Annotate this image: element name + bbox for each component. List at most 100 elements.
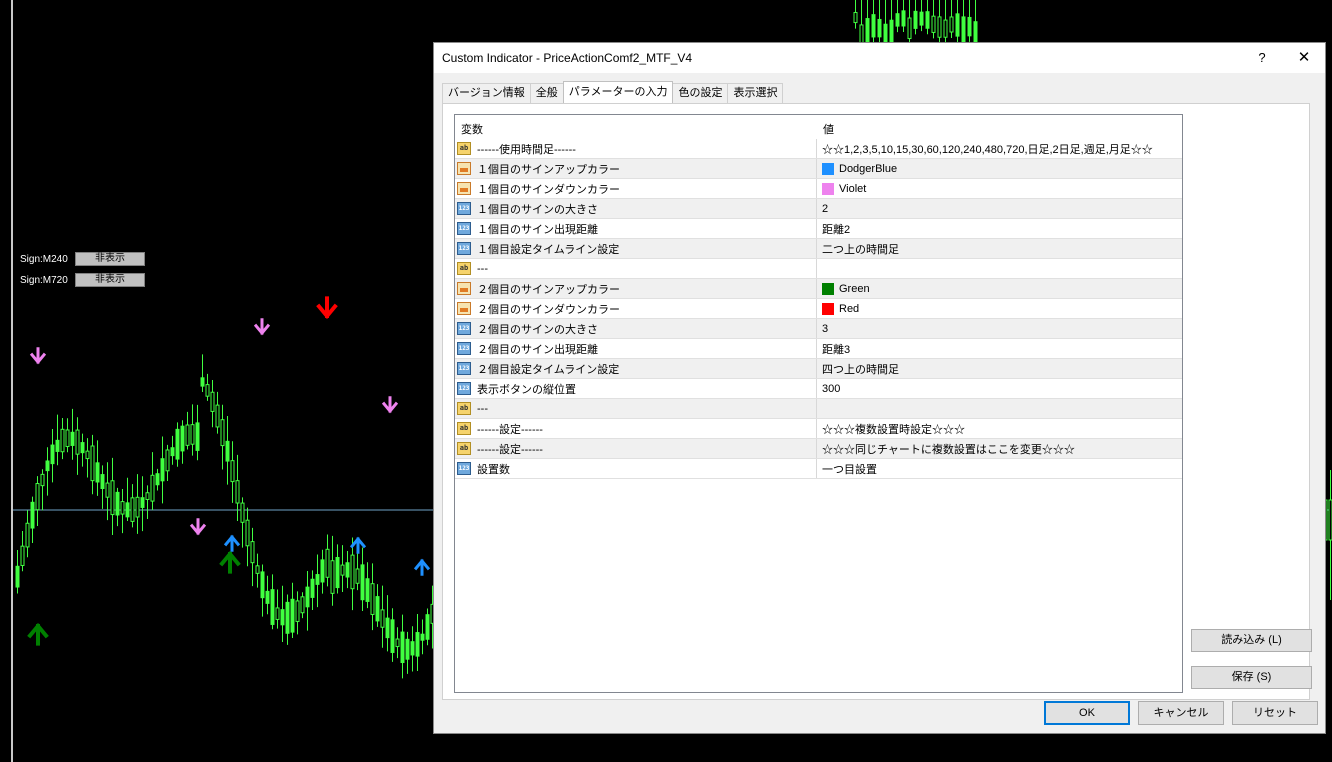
parameter-row[interactable]: 123 設置数 一つ目設置: [455, 459, 1182, 479]
parameter-row[interactable]: １個目のサインアップカラー DodgerBlue: [455, 159, 1182, 179]
tab-parameters[interactable]: パラメーターの入力: [562, 81, 674, 103]
candle-body: [140, 497, 145, 508]
hide-button[interactable]: 非表示: [75, 273, 145, 287]
parameter-row[interactable]: 123 表示ボタンの縦位置 300: [455, 379, 1182, 399]
candle-body: [125, 502, 130, 518]
parameter-row[interactable]: 123 １個目のサイン出現距離 距離2: [455, 219, 1182, 239]
parameter-value-cell[interactable]: [818, 259, 1180, 278]
ok-button[interactable]: OK: [1044, 701, 1130, 725]
candle-body: [280, 609, 285, 626]
parameter-row[interactable]: 123 ２個目のサイン出現距離 距離3: [455, 339, 1182, 359]
parameter-row[interactable]: 123 １個目のサインの大きさ 2: [455, 199, 1182, 219]
candle-body: [310, 578, 315, 598]
parameter-name: 設置数: [477, 463, 510, 476]
candle-body: [200, 377, 205, 387]
parameter-row[interactable]: ab ---: [455, 399, 1182, 419]
parameter-value-cell[interactable]: Violet: [818, 179, 1180, 198]
parameter-value-cell[interactable]: 二つ上の時間足: [818, 239, 1180, 258]
color-swatch: [822, 282, 834, 295]
help-button[interactable]: ?: [1252, 47, 1272, 69]
parameter-value-cell[interactable]: ☆☆☆同じチャートに複数設置はここを変更☆☆☆: [818, 439, 1180, 458]
save-button[interactable]: 保存 (S): [1191, 666, 1312, 689]
tab-general[interactable]: 全般: [529, 83, 564, 103]
candle-body: [943, 19, 948, 38]
parameter-name: ---: [477, 262, 488, 275]
parameter-value-cell[interactable]: 距離3: [818, 339, 1180, 358]
tab-visualization[interactable]: 表示選択: [727, 83, 784, 103]
tab-version-info[interactable]: バージョン情報: [442, 83, 531, 103]
column-header-variable[interactable]: 変数: [461, 121, 483, 137]
column-header-value[interactable]: 値: [823, 121, 834, 137]
candle-body: [160, 458, 165, 482]
number-type-icon: 123: [457, 322, 471, 335]
parameter-value-cell[interactable]: 一つ目設置: [818, 459, 1180, 478]
candle-body: [260, 571, 265, 599]
parameter-name: ２個目のサインダウンカラー: [477, 303, 620, 316]
candle-body: [230, 460, 235, 483]
dialog-titlebar[interactable]: Custom Indicator - PriceActionComf2_MTF_…: [434, 43, 1325, 73]
candle-body: [335, 556, 340, 589]
hide-button[interactable]: 非表示: [75, 252, 145, 266]
parameter-row[interactable]: ab ------使用時間足------ ☆☆1,2,3,5,10,15,30,60…: [455, 139, 1182, 159]
candle-body: [919, 11, 924, 26]
candle-body: [871, 14, 876, 38]
candle-body: [110, 480, 115, 516]
parameter-value-cell[interactable]: [818, 399, 1180, 418]
candle-body: [937, 16, 942, 38]
parameter-row[interactable]: ab ------設定------ ☆☆☆複数設置時設定☆☆☆: [455, 419, 1182, 439]
parameter-row[interactable]: ２個目のサインアップカラー Green: [455, 279, 1182, 299]
parameter-value-cell[interactable]: 2: [818, 199, 1180, 218]
candle-body: [275, 607, 280, 620]
tab-colors[interactable]: 色の設定: [672, 83, 729, 103]
parameter-row[interactable]: 123 １個目設定タイムライン設定 二つ上の時間足: [455, 239, 1182, 259]
tab-strip: バージョン情報 全般 パラメーターの入力 色の設定 表示選択: [442, 81, 784, 103]
color-type-icon: [457, 162, 471, 175]
parameter-value-cell[interactable]: 3: [818, 319, 1180, 338]
sign-label: Sign:M240: [20, 253, 68, 265]
parameter-row[interactable]: 123 ２個目のサインの大きさ 3: [455, 319, 1182, 339]
candle-body: [190, 424, 195, 445]
candle-body: [385, 617, 390, 639]
close-button[interactable]: ✕: [1292, 47, 1316, 69]
load-button[interactable]: 読み込み (L): [1191, 629, 1312, 652]
parameter-row[interactable]: ab ------設定------ ☆☆☆同じチャートに複数設置はここを変更☆☆☆: [455, 439, 1182, 459]
parameter-row[interactable]: ab ---: [455, 259, 1182, 279]
parameter-value: 2: [822, 202, 829, 215]
candle-body: [30, 501, 35, 529]
candle-body: [290, 598, 295, 633]
candle-body: [410, 641, 415, 656]
parameter-name: １個目設定タイムライン設定: [477, 243, 620, 256]
parameter-value-cell[interactable]: Green: [818, 279, 1180, 298]
parameter-name-cell: 123 ２個目のサイン出現距離: [455, 339, 817, 358]
candle-body: [225, 440, 230, 462]
parameter-name-cell: ab ------設定------: [455, 419, 817, 438]
parameter-row[interactable]: １個目のサインダウンカラー Violet: [455, 179, 1182, 199]
parameters-panel: 変数 値 ab ------使用時間足------ ☆☆1,2,3,5,10,15,…: [442, 103, 1312, 700]
parameter-value-cell[interactable]: 300: [818, 379, 1180, 398]
parameters-grid: 変数 値 ab ------使用時間足------ ☆☆1,2,3,5,10,15,…: [454, 114, 1183, 693]
parameter-row[interactable]: 123 ２個目設定タイムライン設定 四つ上の時間足: [455, 359, 1182, 379]
parameter-name-cell: 123 ２個目のサインの大きさ: [455, 319, 817, 338]
candle-body: [80, 442, 85, 454]
parameter-value-cell[interactable]: ☆☆1,2,3,5,10,15,30,60,120,240,480,720,日足…: [818, 139, 1180, 158]
up-arrow-signal: [27, 622, 49, 646]
candle-body: [300, 596, 305, 614]
candle-body: [350, 554, 355, 590]
parameter-name: ------設定------: [477, 443, 543, 456]
candle-body: [65, 429, 70, 448]
parameter-value-cell[interactable]: ☆☆☆複数設置時設定☆☆☆: [818, 419, 1180, 438]
parameter-value: 距離2: [822, 223, 851, 236]
down-arrow-signal: [189, 518, 207, 536]
parameter-name-cell: ab ------使用時間足------: [455, 139, 817, 158]
parameter-value-cell[interactable]: DodgerBlue: [818, 159, 1180, 178]
parameter-row[interactable]: ２個目のサインダウンカラー Red: [455, 299, 1182, 319]
parameter-name: ------使用時間足------: [477, 143, 576, 156]
cancel-button[interactable]: キャンセル: [1138, 701, 1224, 725]
parameter-value-cell[interactable]: 距離2: [818, 219, 1180, 238]
candle-body: [380, 609, 385, 628]
reset-button[interactable]: リセット: [1232, 701, 1318, 725]
candle-body: [235, 480, 240, 504]
parameter-value-cell[interactable]: 四つ上の時間足: [818, 359, 1180, 378]
candle-body: [340, 564, 345, 576]
parameter-value-cell[interactable]: Red: [818, 299, 1180, 318]
